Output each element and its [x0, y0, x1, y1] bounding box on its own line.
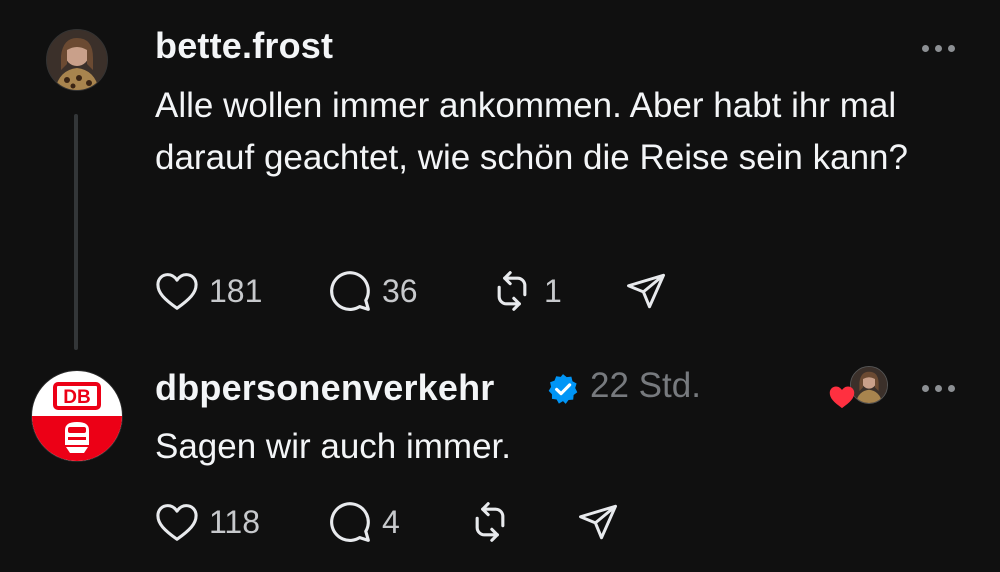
- repost-button[interactable]: [468, 500, 512, 544]
- db-avatar[interactable]: DB: [31, 370, 123, 462]
- verified-icon: [548, 374, 578, 404]
- repost-button[interactable]: 1: [490, 269, 562, 313]
- reply-text: Sagen wir auch immer.: [155, 427, 511, 466]
- heart-icon: [156, 273, 198, 310]
- username-text: dbpersonenverkehr: [155, 367, 495, 408]
- timestamp: 22 Std.: [590, 366, 701, 405]
- like-button[interactable]: 118: [155, 502, 260, 542]
- repost-icon: [497, 271, 527, 311]
- comment-icon: [330, 271, 370, 311]
- repost-icon: [475, 502, 505, 542]
- thread-line: [74, 114, 78, 350]
- username[interactable]: bette.frost: [155, 25, 333, 67]
- db-logo-icon: DB: [32, 382, 122, 461]
- share-button[interactable]: [577, 501, 619, 543]
- svg-text:DB: DB: [63, 387, 90, 408]
- share-button[interactable]: [625, 270, 667, 312]
- post-text: Alle wollen immer ankommen. Aber habt ih…: [155, 86, 908, 177]
- repost-count: 1: [544, 272, 562, 309]
- avatar-image: [47, 30, 107, 90]
- like-count: 181: [209, 272, 263, 309]
- reply-count: 4: [382, 503, 400, 540]
- more-options-button[interactable]: [922, 377, 962, 397]
- heart-filled-icon: [829, 386, 855, 409]
- avatar-image: [851, 367, 887, 403]
- like-count: 118: [209, 503, 261, 540]
- reply-count: 36: [382, 272, 418, 309]
- username[interactable]: dbpersonenverkehr: [155, 367, 495, 409]
- like-button[interactable]: 181: [155, 271, 262, 311]
- avatar[interactable]: [46, 29, 108, 91]
- reply-button[interactable]: 4: [328, 500, 400, 544]
- share-icon: [627, 273, 665, 309]
- share-icon: [579, 504, 617, 540]
- comment-icon: [330, 502, 370, 542]
- reply-button[interactable]: 36: [328, 269, 418, 313]
- heart-icon: [156, 504, 198, 541]
- more-options-button[interactable]: [922, 37, 962, 57]
